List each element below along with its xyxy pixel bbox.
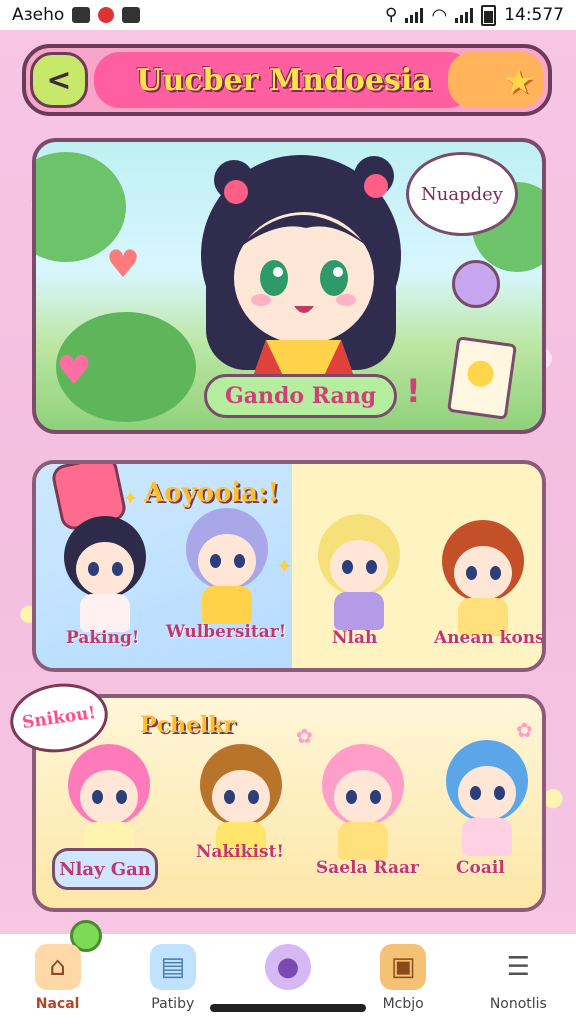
signal-icon [405, 7, 424, 23]
character-outfit [462, 818, 512, 856]
shield-icon [122, 7, 141, 23]
character-name: Anean kons [434, 628, 545, 648]
ribbon-button[interactable]: Nlay Gan [52, 848, 158, 890]
balloon-icon [452, 260, 500, 308]
wifi-icon: ◠ [431, 4, 448, 26]
character-outfit [80, 594, 130, 632]
character-face [458, 766, 516, 820]
character-card[interactable] [186, 744, 296, 884]
candy-icon: ♥ [106, 242, 141, 286]
character-face [76, 542, 134, 596]
character-eye [346, 790, 357, 804]
character-eye [224, 790, 235, 804]
app-header: < Uucber Mndoesia ★ [22, 44, 552, 116]
nav-item-chat[interactable]: ● [233, 934, 343, 1028]
status-bar: Aзeho ⚲ ◠ 14:577 [0, 0, 576, 30]
character-eye [494, 786, 505, 800]
mail-icon [72, 7, 91, 23]
nav-label: Nacal [35, 996, 80, 1012]
character-face [330, 540, 388, 594]
character-eye [466, 566, 477, 580]
character-eye [234, 554, 245, 568]
ticket-icon: ▤ [149, 944, 196, 990]
favorite-button[interactable]: ★ [448, 52, 544, 108]
battery-icon [481, 4, 497, 26]
character-face [80, 770, 138, 824]
character-eye [470, 786, 481, 800]
character-name: Nlah [332, 628, 378, 648]
usb-icon: ⚲ [385, 5, 398, 25]
character-name: Saela Raar [316, 858, 420, 878]
character-outfit [202, 586, 252, 624]
chevron-left-icon: < [46, 62, 72, 98]
nav-label: Mcbjo [382, 996, 424, 1012]
exclamation-mark: ! [406, 372, 421, 410]
title-pill: Uucber Mndoesia [94, 52, 474, 108]
nav-item-box[interactable]: ▣ Mcbjo [348, 934, 458, 1028]
character-outfit [334, 592, 384, 630]
heart-icon: ♥ [56, 348, 92, 394]
bottom-nav: ⌂ Nacal ▤ Patiby ● ▣ Mcbjo ☰ Nonotlis [0, 920, 576, 1028]
home-indicator[interactable] [210, 1004, 366, 1012]
sparkle-icon: ✦ [122, 486, 139, 510]
signal-icon-2 [455, 7, 474, 23]
book-icon [447, 336, 517, 420]
house-icon: ⌂ [34, 944, 81, 990]
nav-item-menu[interactable]: ☰ Nonotlis [463, 934, 573, 1028]
section-title: Aoyooia:! [144, 478, 280, 508]
character-outfit [338, 822, 388, 860]
nav-item-ticket[interactable]: ▤ Patiby [118, 934, 228, 1028]
character-eye [366, 560, 377, 574]
tag-text: Snikou! [20, 702, 98, 734]
status-time: 14:577 [504, 5, 564, 25]
speech-text: Nuapdey [421, 183, 503, 205]
star-icon: ★ [503, 62, 534, 102]
speech-bubble: Nuapdey [406, 152, 518, 236]
character-name: Paking! [66, 628, 140, 648]
character-eye [490, 566, 501, 580]
hero-badge[interactable]: Gando Rang [204, 374, 398, 418]
nav-item-home[interactable]: ⌂ Nacal [3, 934, 113, 1028]
hero-character [201, 155, 401, 382]
character-section-1: ✦ ✦ Aoyooia:! Paking! Wulbersitar! Nlah … [32, 460, 546, 672]
back-button[interactable]: < [30, 52, 88, 108]
ribbon-label: Nlay Gan [59, 858, 151, 880]
character-face [334, 770, 392, 824]
character-eye [342, 560, 353, 574]
character-name: Wulbersitar! [166, 622, 287, 642]
box-icon: ▣ [380, 944, 427, 990]
character-eye [92, 790, 103, 804]
character-face [212, 770, 270, 824]
character-eye [116, 790, 127, 804]
character-eye [210, 554, 221, 568]
character-face [198, 534, 256, 588]
character-name: Nakikist! [196, 842, 284, 862]
flower-icon: ✿ [516, 718, 533, 742]
nav-label: Nonotlis [489, 996, 547, 1012]
hero-badge-label: Gando Rang [225, 383, 377, 409]
pokeball-icon [98, 7, 115, 23]
bubble-icon: ● [264, 944, 311, 990]
page-title: Uucber Mndoesia [136, 62, 432, 98]
character-eye [112, 562, 123, 576]
character-face [454, 546, 512, 600]
menu-icon: ☰ [506, 952, 530, 982]
section-title: Pchelkr [140, 712, 236, 738]
status-carrier: Aзeho [12, 5, 65, 25]
nav-label: Patiby [151, 996, 195, 1012]
hero-card[interactable]: ♥ ♥ Nuapdey Gando Rang ! [32, 138, 546, 434]
character-eye [370, 790, 381, 804]
character-name: Coail [456, 858, 505, 878]
character-eye [248, 790, 259, 804]
character-eye [88, 562, 99, 576]
